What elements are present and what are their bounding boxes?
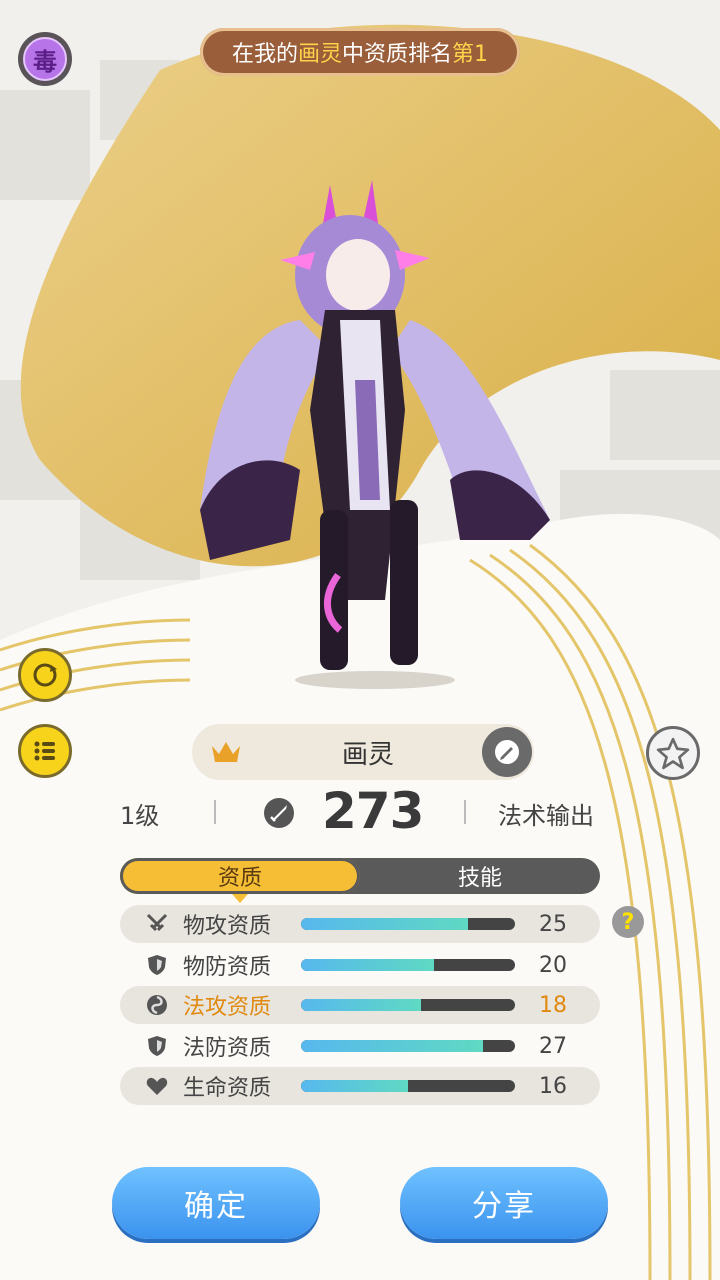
attribute-row-physical-defense: 物防资质 20	[120, 946, 600, 984]
magic-swirl-icon	[147, 995, 167, 1015]
combat-power-value: 273	[322, 782, 424, 840]
confirm-button[interactable]: 确定	[112, 1167, 320, 1239]
attribute-value: 16	[539, 1073, 567, 1099]
list-icon	[34, 741, 55, 761]
attribute-label: 生命资质	[183, 1076, 272, 1101]
combat-power-icon	[264, 798, 294, 828]
share-button[interactable]: 分享	[400, 1167, 608, 1239]
attribute-row-magic-attack: 法攻资质 18	[120, 986, 600, 1024]
star-icon	[656, 737, 690, 770]
attribute-bar-fill	[301, 999, 421, 1011]
attribute-bar	[301, 918, 515, 930]
divider	[214, 800, 216, 824]
attribute-bar-fill	[301, 918, 468, 930]
rank-place: 第1	[452, 42, 489, 67]
tab-skills[interactable]: 技能	[360, 858, 600, 894]
attribute-row-magic-defense: 法防资质 27	[120, 1027, 600, 1065]
tab-aptitude[interactable]: 资质	[120, 858, 360, 903]
attribute-label: 法攻资质	[183, 995, 272, 1020]
attribute-bar	[301, 959, 515, 971]
attribute-row-physical-attack: 物攻资质 25	[120, 905, 600, 943]
help-button[interactable]: ?	[612, 906, 644, 938]
list-menu-button[interactable]	[18, 724, 72, 778]
attribute-bar	[301, 1040, 515, 1052]
pencil-icon	[495, 740, 519, 764]
rank-middle: 中资质排名	[342, 42, 453, 67]
attribute-bar	[301, 1080, 515, 1092]
poison-element-badge: 毒	[18, 32, 72, 86]
pet-level: 1级	[120, 802, 160, 830]
pet-character-model	[200, 180, 550, 689]
rotate-view-button[interactable]	[18, 648, 72, 702]
attribute-row-health: 生命资质 16	[120, 1067, 600, 1105]
attribute-bar	[301, 999, 515, 1011]
detail-tabs: 资质 技能	[120, 858, 600, 903]
attribute-value: 27	[539, 1033, 567, 1059]
attribute-value: 25	[539, 911, 567, 937]
attribute-bar-fill	[301, 959, 434, 971]
attribute-value: 20	[539, 952, 567, 978]
crown-icon	[212, 742, 240, 762]
pet-role: 法术输出	[498, 802, 594, 830]
attribute-label: 法防资质	[183, 1036, 272, 1061]
rank-banner: 在我的 画灵 中资质排名 第1	[200, 28, 520, 76]
rank-prefix: 在我的	[231, 42, 298, 67]
rotate-icon	[33, 663, 57, 687]
favorite-button[interactable]	[646, 726, 700, 780]
divider	[464, 800, 466, 824]
poison-badge-label: 毒	[23, 37, 67, 81]
attribute-label: 物攻资质	[183, 914, 272, 939]
shield-icon	[148, 955, 166, 975]
rename-button[interactable]	[482, 727, 532, 777]
shield-icon	[148, 1036, 166, 1056]
attribute-value: 18	[539, 992, 567, 1018]
attribute-bar-fill	[301, 1080, 408, 1092]
attribute-bar-fill	[301, 1040, 483, 1052]
pet-name-bar: 画灵	[192, 724, 534, 780]
swords-icon	[146, 913, 168, 932]
heart-icon	[146, 1077, 168, 1095]
rank-pet-name: 画灵	[297, 42, 342, 67]
attribute-label: 物防资质	[183, 955, 272, 980]
